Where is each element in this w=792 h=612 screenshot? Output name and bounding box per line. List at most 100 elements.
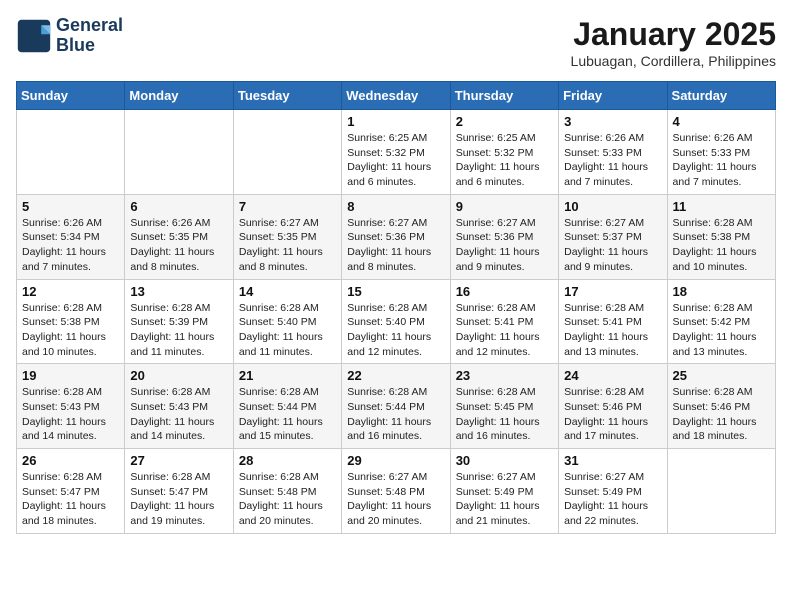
day-info: Sunrise: 6:28 AMSunset: 5:43 PMDaylight:…: [22, 385, 119, 444]
calendar-week-1: 1 Sunrise: 6:25 AMSunset: 5:32 PMDaylight…: [17, 110, 776, 195]
day-number: 6: [130, 199, 227, 214]
day-number: 12: [22, 284, 119, 299]
day-number: 29: [347, 453, 444, 468]
calendar-cell: 14 Sunrise: 6:28 AMSunset: 5:40 PMDayligh…: [233, 279, 341, 364]
day-info: Sunrise: 6:27 AMSunset: 5:35 PMDaylight:…: [239, 216, 336, 275]
calendar-cell: 24 Sunrise: 6:28 AMSunset: 5:46 PMDayligh…: [559, 364, 667, 449]
calendar-cell: 19 Sunrise: 6:28 AMSunset: 5:43 PMDayligh…: [17, 364, 125, 449]
day-info: Sunrise: 6:28 AMSunset: 5:44 PMDaylight:…: [239, 385, 336, 444]
calendar-cell: 13 Sunrise: 6:28 AMSunset: 5:39 PMDayligh…: [125, 279, 233, 364]
day-number: 28: [239, 453, 336, 468]
day-number: 26: [22, 453, 119, 468]
calendar-cell: 29 Sunrise: 6:27 AMSunset: 5:48 PMDayligh…: [342, 449, 450, 534]
calendar-cell: 27 Sunrise: 6:28 AMSunset: 5:47 PMDayligh…: [125, 449, 233, 534]
day-info: Sunrise: 6:28 AMSunset: 5:41 PMDaylight:…: [456, 301, 553, 360]
day-info: Sunrise: 6:27 AMSunset: 5:48 PMDaylight:…: [347, 470, 444, 529]
day-number: 31: [564, 453, 661, 468]
weekday-monday: Monday: [125, 82, 233, 110]
day-number: 13: [130, 284, 227, 299]
logo-line2: Blue: [56, 36, 123, 56]
logo: General Blue: [16, 16, 123, 56]
weekday-thursday: Thursday: [450, 82, 558, 110]
weekday-saturday: Saturday: [667, 82, 775, 110]
calendar-cell: 4 Sunrise: 6:26 AMSunset: 5:33 PMDaylight…: [667, 110, 775, 195]
calendar-cell: [233, 110, 341, 195]
calendar-body: 1 Sunrise: 6:25 AMSunset: 5:32 PMDaylight…: [17, 110, 776, 534]
calendar-cell: 26 Sunrise: 6:28 AMSunset: 5:47 PMDayligh…: [17, 449, 125, 534]
calendar-week-3: 12 Sunrise: 6:28 AMSunset: 5:38 PMDayligh…: [17, 279, 776, 364]
calendar-cell: 5Sunrise: 6:26 AMSunset: 5:34 PMDaylight…: [17, 194, 125, 279]
day-number: 19: [22, 368, 119, 383]
day-number: 17: [564, 284, 661, 299]
calendar-cell: 15Sunrise: 6:28 AMSunset: 5:40 PMDayligh…: [342, 279, 450, 364]
day-number: 5: [22, 199, 119, 214]
day-info: Sunrise: 6:25 AMSunset: 5:32 PMDaylight:…: [456, 131, 553, 190]
day-info: Sunrise: 6:28 AMSunset: 5:38 PMDaylight:…: [22, 301, 119, 360]
calendar-table: SundayMondayTuesdayWednesdayThursdayFrid…: [16, 81, 776, 534]
title-area: January 2025 Lubuagan, Cordillera, Phili…: [571, 16, 776, 69]
day-info: Sunrise: 6:27 AMSunset: 5:36 PMDaylight:…: [347, 216, 444, 275]
calendar-cell: 11Sunrise: 6:28 AMSunset: 5:38 PMDayligh…: [667, 194, 775, 279]
calendar-cell: 10Sunrise: 6:27 AMSunset: 5:37 PMDayligh…: [559, 194, 667, 279]
day-number: 24: [564, 368, 661, 383]
day-number: 30: [456, 453, 553, 468]
calendar-cell: 12 Sunrise: 6:28 AMSunset: 5:38 PMDayligh…: [17, 279, 125, 364]
day-info: Sunrise: 6:26 AMSunset: 5:35 PMDaylight:…: [130, 216, 227, 275]
calendar-cell: 21 Sunrise: 6:28 AMSunset: 5:44 PMDayligh…: [233, 364, 341, 449]
day-number: 2: [456, 114, 553, 129]
day-info: Sunrise: 6:26 AMSunset: 5:33 PMDaylight:…: [564, 131, 661, 190]
weekday-tuesday: Tuesday: [233, 82, 341, 110]
calendar-week-5: 26 Sunrise: 6:28 AMSunset: 5:47 PMDayligh…: [17, 449, 776, 534]
day-number: 16: [456, 284, 553, 299]
calendar-cell: 25Sunrise: 6:28 AMSunset: 5:46 PMDayligh…: [667, 364, 775, 449]
calendar-cell: 8Sunrise: 6:27 AMSunset: 5:36 PMDaylight…: [342, 194, 450, 279]
day-number: 1: [347, 114, 444, 129]
weekday-friday: Friday: [559, 82, 667, 110]
day-info: Sunrise: 6:28 AMSunset: 5:46 PMDaylight:…: [564, 385, 661, 444]
day-number: 15: [347, 284, 444, 299]
calendar-cell: 20Sunrise: 6:28 AMSunset: 5:43 PMDayligh…: [125, 364, 233, 449]
day-info: Sunrise: 6:26 AMSunset: 5:33 PMDaylight:…: [673, 131, 770, 190]
calendar-cell: 17 Sunrise: 6:28 AMSunset: 5:41 PMDayligh…: [559, 279, 667, 364]
day-number: 11: [673, 199, 770, 214]
logo-text: General Blue: [56, 16, 123, 56]
page-header: General Blue January 2025 Lubuagan, Cord…: [16, 16, 776, 69]
day-number: 4: [673, 114, 770, 129]
weekday-header-row: SundayMondayTuesdayWednesdayThursdayFrid…: [17, 82, 776, 110]
day-info: Sunrise: 6:28 AMSunset: 5:39 PMDaylight:…: [130, 301, 227, 360]
calendar-cell: 1 Sunrise: 6:25 AMSunset: 5:32 PMDaylight…: [342, 110, 450, 195]
calendar-cell: 7Sunrise: 6:27 AMSunset: 5:35 PMDaylight…: [233, 194, 341, 279]
day-number: 27: [130, 453, 227, 468]
calendar-cell: [125, 110, 233, 195]
day-info: Sunrise: 6:28 AMSunset: 5:41 PMDaylight:…: [564, 301, 661, 360]
calendar-cell: 2 Sunrise: 6:25 AMSunset: 5:32 PMDaylight…: [450, 110, 558, 195]
day-info: Sunrise: 6:28 AMSunset: 5:47 PMDaylight:…: [22, 470, 119, 529]
calendar-cell: 3Sunrise: 6:26 AMSunset: 5:33 PMDaylight…: [559, 110, 667, 195]
day-info: Sunrise: 6:27 AMSunset: 5:49 PMDaylight:…: [456, 470, 553, 529]
calendar-cell: 9Sunrise: 6:27 AMSunset: 5:36 PMDaylight…: [450, 194, 558, 279]
day-info: Sunrise: 6:28 AMSunset: 5:40 PMDaylight:…: [239, 301, 336, 360]
calendar-cell: 22Sunrise: 6:28 AMSunset: 5:44 PMDayligh…: [342, 364, 450, 449]
day-info: Sunrise: 6:27 AMSunset: 5:36 PMDaylight:…: [456, 216, 553, 275]
day-info: Sunrise: 6:27 AMSunset: 5:37 PMDaylight:…: [564, 216, 661, 275]
day-info: Sunrise: 6:27 AMSunset: 5:49 PMDaylight:…: [564, 470, 661, 529]
month-title: January 2025: [571, 16, 776, 53]
day-info: Sunrise: 6:28 AMSunset: 5:44 PMDaylight:…: [347, 385, 444, 444]
day-info: Sunrise: 6:25 AMSunset: 5:32 PMDaylight:…: [347, 131, 444, 190]
logo-line1: General: [56, 16, 123, 36]
weekday-wednesday: Wednesday: [342, 82, 450, 110]
calendar-header: SundayMondayTuesdayWednesdayThursdayFrid…: [17, 82, 776, 110]
calendar-week-4: 19 Sunrise: 6:28 AMSunset: 5:43 PMDayligh…: [17, 364, 776, 449]
calendar-week-2: 5Sunrise: 6:26 AMSunset: 5:34 PMDaylight…: [17, 194, 776, 279]
calendar-cell: 6 Sunrise: 6:26 AMSunset: 5:35 PMDaylight…: [125, 194, 233, 279]
day-info: Sunrise: 6:28 AMSunset: 5:47 PMDaylight:…: [130, 470, 227, 529]
day-info: Sunrise: 6:28 AMSunset: 5:43 PMDaylight:…: [130, 385, 227, 444]
day-number: 14: [239, 284, 336, 299]
day-number: 21: [239, 368, 336, 383]
logo-icon: [16, 18, 52, 54]
day-info: Sunrise: 6:28 AMSunset: 5:46 PMDaylight:…: [673, 385, 770, 444]
day-info: Sunrise: 6:28 AMSunset: 5:48 PMDaylight:…: [239, 470, 336, 529]
location: Lubuagan, Cordillera, Philippines: [571, 53, 776, 69]
calendar-cell: 16 Sunrise: 6:28 AMSunset: 5:41 PMDayligh…: [450, 279, 558, 364]
day-number: 18: [673, 284, 770, 299]
